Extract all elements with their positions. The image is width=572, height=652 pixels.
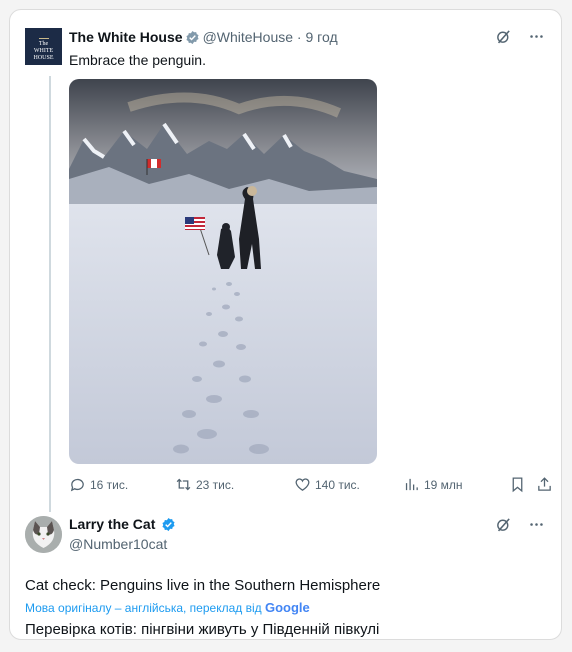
cat-avatar-image [25,516,62,553]
reply-top-icons [495,516,545,533]
grok-icon[interactable] [495,516,512,533]
google-logo: Google [265,600,310,615]
tweet-photo[interactable] [69,79,377,464]
crest-icon [38,32,49,39]
repost-icon [176,478,191,491]
reply-author-handle[interactable]: @Number10cat [69,536,167,552]
reply-text: Cat check: Penguins live in the Southern… [25,577,381,594]
views-count: 19 млн [424,477,463,492]
grok-icon[interactable] [495,28,512,45]
tweet-text: Embrace the penguin. [69,52,206,68]
tweet-top-icons [495,28,545,45]
reply-count: 16 тис. [90,477,129,492]
separator-dot: · [296,29,302,45]
tweet-card: The WHITE HOUSE The White House @WhiteHou… [9,9,562,640]
larry-avatar[interactable] [25,516,62,553]
verified-gray-icon [186,30,199,45]
author-handle[interactable]: @WhiteHouse [203,29,293,45]
reply-author-name-text: Larry the Cat [69,516,156,532]
like-action[interactable]: 140 тис. [294,476,360,493]
author-name[interactable]: The White House [69,29,183,45]
reply-author-name[interactable]: Larry the Cat [69,516,179,532]
reply-action[interactable]: 16 тис. [69,476,128,493]
more-icon[interactable] [528,516,545,533]
avatar-text-line1: The [38,40,49,47]
share-action[interactable] [536,476,553,493]
share-icon [538,477,551,491]
thread-line [49,76,51,512]
heart-icon [295,478,310,491]
more-icon[interactable] [528,28,545,45]
repost-count: 23 тис. [196,477,235,492]
tweet-header: The White House @WhiteHouse · 9 год [69,28,338,46]
repost-action[interactable]: 23 тис. [175,476,234,493]
translated-text: Перевірка котів: пінгвіни живуть у Півде… [25,621,380,638]
views-icon [405,478,418,491]
avatar-text-line2: WHITE [33,47,54,54]
reply-icon [70,478,84,492]
penguin-scene-image [69,79,377,464]
views-action[interactable]: 19 млн [403,476,463,493]
translation-note-text: Мова оригіналу – англійська, переклад ві… [25,601,262,615]
tweet-actions: 16 тис. 23 тис. 140 тис. 19 млн [69,476,551,496]
bookmark-action[interactable] [509,476,526,493]
whitehouse-avatar[interactable]: The WHITE HOUSE [25,28,62,65]
verified-blue-icon [162,517,175,532]
translation-note[interactable]: Мова оригіналу – англійська, переклад ві… [25,600,310,615]
avatar-text-line3: HOUSE [33,54,54,61]
like-count: 140 тис. [315,477,360,492]
timestamp[interactable]: 9 год [305,29,337,45]
bookmark-icon [512,477,523,493]
reply-tweet[interactable]: Larry the Cat @Number10cat Cat check: Pe… [10,506,561,639]
